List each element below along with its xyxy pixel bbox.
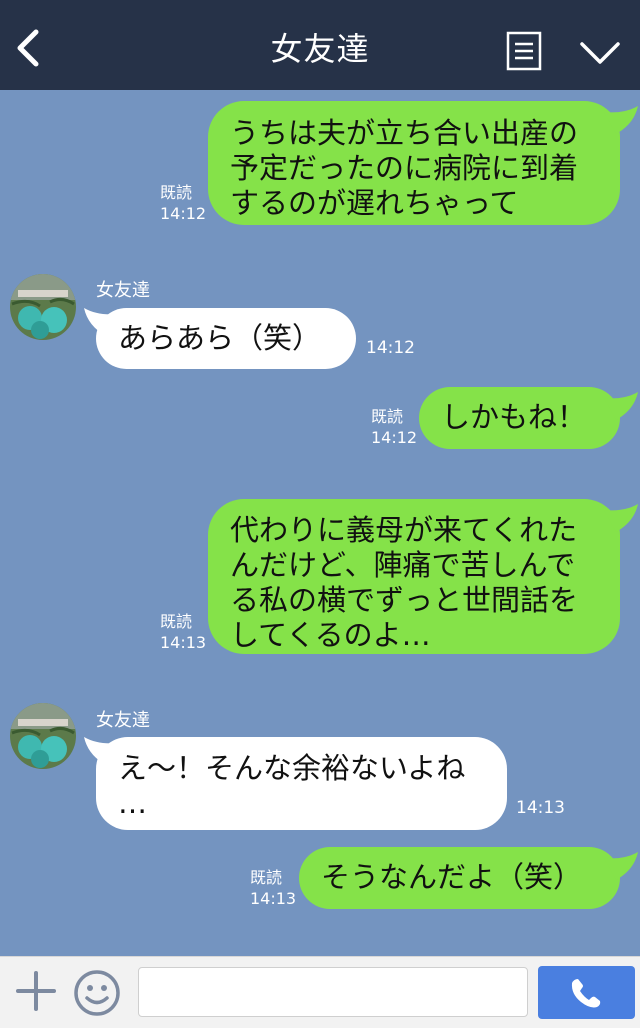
message-composer <box>0 956 640 1028</box>
phone-icon <box>571 979 601 1008</box>
message-time: 14:12 <box>366 338 415 358</box>
sender-name: 女友達 <box>96 710 150 731</box>
bubble-tail <box>604 852 638 880</box>
message-time: 14:12 <box>160 204 207 223</box>
chat-header: 女友達 <box>0 0 640 90</box>
bubble-tail <box>604 504 638 532</box>
incoming-message-bubble[interactable]: あらあら（笑） <box>96 308 356 369</box>
chat-area[interactable]: 既読 14:12 うちは夫が立ち合い出産の 予定だったのに病院に到着 するのが遅… <box>0 90 640 956</box>
smiley-icon <box>74 970 120 1016</box>
message-line: え〜！そんな余裕ないよね <box>118 751 466 785</box>
add-button[interactable] <box>14 969 58 1013</box>
chat-title: 女友達 <box>270 30 370 68</box>
avatar[interactable] <box>10 274 76 340</box>
note-menu-button[interactable] <box>506 31 542 71</box>
avatar-photo <box>10 274 76 340</box>
plus-icon <box>16 971 56 1011</box>
message-line: しかもね！ <box>441 400 587 434</box>
message-time: 14:13 <box>516 798 565 818</box>
message-line: 予定だったのに病院に到着 <box>230 151 579 185</box>
message-line: … <box>118 786 147 820</box>
sender-name: 女友達 <box>96 280 150 301</box>
message-time: 14:13 <box>160 633 207 652</box>
message-time: 14:13 <box>250 889 297 908</box>
sticker-button[interactable] <box>73 969 121 1017</box>
outgoing-message-bubble[interactable]: 代わりに義母が来てくれた んだけど、陣痛で苦しんで る私の横でずっと世間話を し… <box>208 499 620 654</box>
message-line: うちは夫が立ち合い出産の <box>230 116 579 150</box>
message-input[interactable] <box>138 967 528 1017</box>
message-line: んだけど、陣痛で苦しんで <box>230 548 576 582</box>
message-meta: 14:12 <box>366 338 415 359</box>
message-meta: 既読 14:13 <box>250 867 296 909</box>
message-meta: 既読 14:12 <box>371 406 417 448</box>
message-line: してくるのよ… <box>230 618 431 652</box>
message-line: 代わりに義母が来てくれた <box>230 513 578 547</box>
outgoing-message-bubble[interactable]: しかもね！ <box>419 387 620 449</box>
dropdown-button[interactable] <box>578 36 622 68</box>
message-meta: 14:13 <box>516 798 565 819</box>
read-receipt: 既読 <box>250 868 283 887</box>
message-line: る私の横でずっと世間話を <box>230 583 579 617</box>
avatar[interactable] <box>10 703 76 769</box>
read-receipt: 既読 <box>160 183 193 202</box>
message-time: 14:12 <box>371 428 418 447</box>
message-line: そうなんだよ（笑） <box>321 860 583 894</box>
chevron-down-icon <box>580 42 620 64</box>
message-meta: 既読 14:13 <box>160 611 206 653</box>
call-button[interactable] <box>538 966 635 1019</box>
message-line: あらあら（笑） <box>118 321 322 355</box>
message-line: するのが遅れちゃって <box>230 186 519 220</box>
outgoing-message-bubble[interactable]: うちは夫が立ち合い出産の 予定だったのに病院に到着 するのが遅れちゃって <box>208 101 620 225</box>
note-menu-icon <box>506 31 542 71</box>
read-receipt: 既読 <box>371 407 404 426</box>
outgoing-message-bubble[interactable]: そうなんだよ（笑） <box>299 847 620 909</box>
bubble-tail <box>604 392 638 420</box>
bubble-tail <box>604 106 638 134</box>
incoming-message-bubble[interactable]: え〜！そんな余裕ないよね … <box>96 737 507 830</box>
read-receipt: 既読 <box>160 612 193 631</box>
avatar-photo <box>10 703 76 769</box>
message-meta: 既読 14:12 <box>160 182 206 224</box>
